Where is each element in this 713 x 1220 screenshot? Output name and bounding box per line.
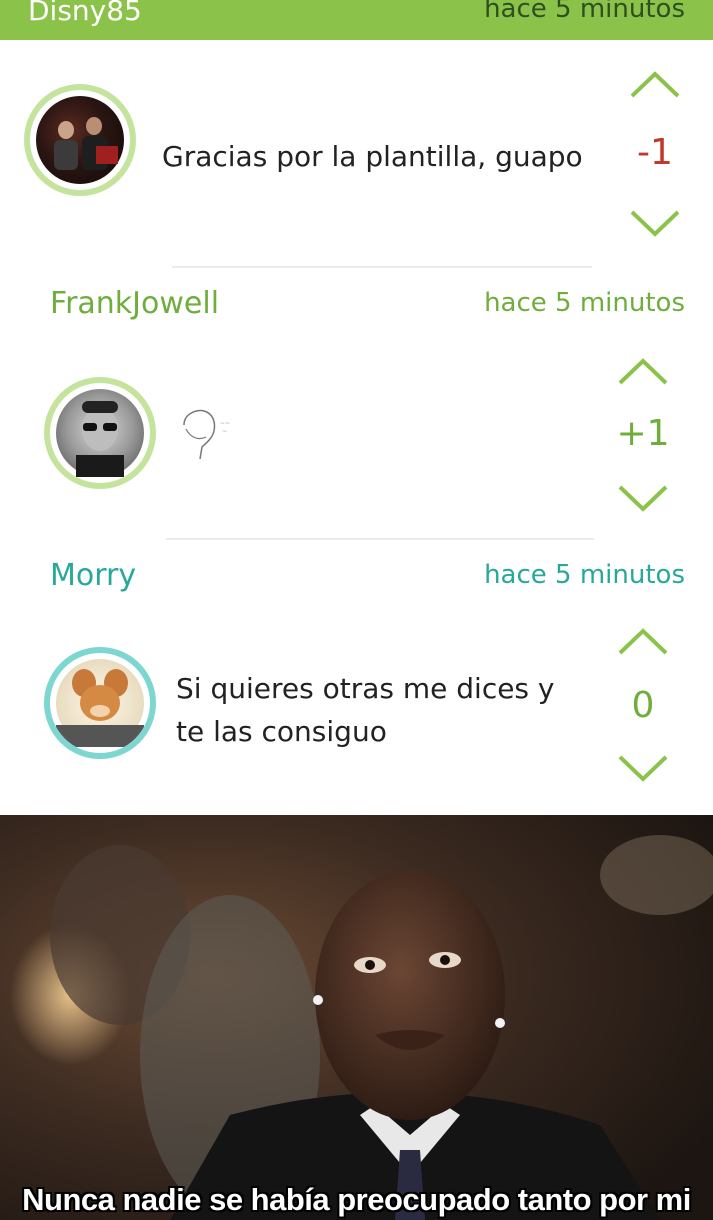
vote-score: -1: [637, 132, 673, 173]
downvote-chevron-icon[interactable]: [620, 206, 690, 242]
svg-text:~~: ~~: [220, 420, 230, 427]
comment-timestamp: hace 5 minutos: [484, 0, 685, 24]
upvote-chevron-icon[interactable]: [620, 66, 690, 102]
comment-author[interactable]: FrankJowell: [50, 286, 219, 321]
comment-divider: [166, 538, 594, 540]
comment-item: Gracias por la plantilla, guapo -1: [0, 40, 713, 270]
comment-divider: [172, 266, 592, 268]
comment-item: ~~ ~ +1: [0, 335, 713, 540]
comment-meta: FrankJowell hace 5 minutos: [0, 278, 713, 328]
avatar[interactable]: [44, 377, 156, 489]
comment-text: Si quieres otras me dices y te las consi…: [176, 667, 555, 753]
svg-text:~: ~: [222, 428, 227, 435]
comment-timestamp: hace 5 minutos: [484, 288, 685, 318]
comment-text-line: te las consiguo: [176, 715, 387, 748]
avatar[interactable]: [24, 84, 136, 196]
comment-author[interactable]: Disny85: [28, 0, 142, 27]
upvote-chevron-icon[interactable]: [608, 353, 678, 389]
comment-author[interactable]: Morry: [50, 558, 136, 593]
meme-image: Nunca nadie se había preocupado tanto po…: [0, 815, 713, 1220]
vote-widget: -1: [620, 62, 690, 242]
meme-caption: Nunca nadie se había preocupado tanto po…: [22, 1182, 691, 1217]
comment-timestamp: hace 5 minutos: [484, 560, 685, 590]
comment-text: Gracias por la plantilla, guapo: [162, 140, 583, 173]
comment-meta: Morry hace 5 minutos: [0, 550, 713, 600]
comment-header-bar: Disny85 hace 5 minutos: [0, 0, 713, 40]
vote-widget: +1: [608, 351, 678, 531]
comment-text-line: Si quieres otras me dices y: [176, 672, 555, 705]
vote-score: +1: [616, 413, 670, 454]
vote-widget: 0: [608, 621, 678, 801]
avatar[interactable]: [44, 647, 156, 759]
downvote-chevron-icon[interactable]: [608, 481, 678, 517]
downvote-chevron-icon[interactable]: [608, 751, 678, 787]
comment-item: Si quieres otras me dices y te las consi…: [0, 605, 713, 810]
meme-photo: [0, 815, 713, 1220]
vote-score: 0: [631, 685, 655, 726]
upvote-chevron-icon[interactable]: [608, 623, 678, 659]
troll-face-sticker-icon: ~~ ~: [183, 409, 230, 460]
